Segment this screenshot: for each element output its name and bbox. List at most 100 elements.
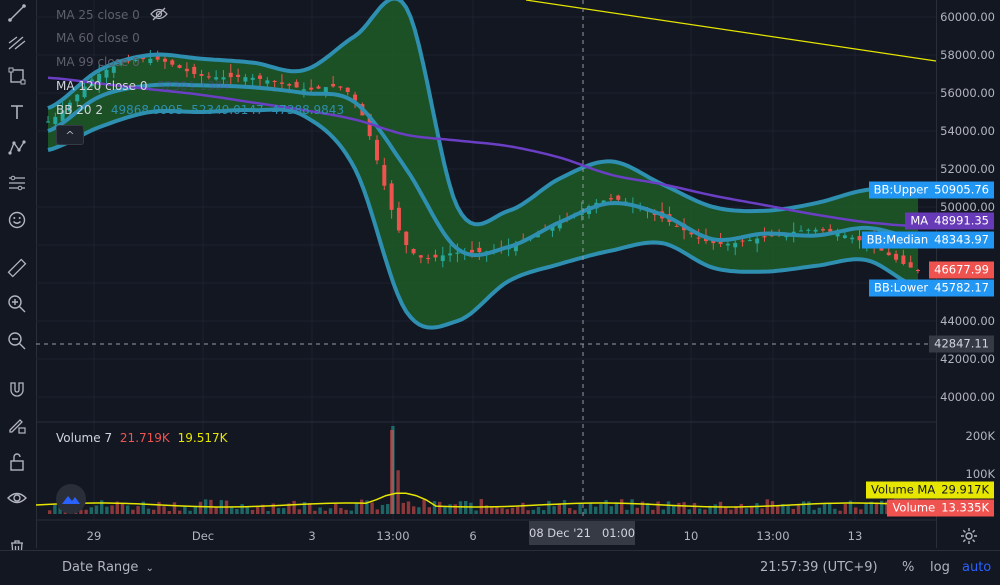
candle-body (418, 255, 423, 258)
crosshair-price-tag-value: 42847.11 (934, 336, 989, 351)
legend-bb-label: BB 20 2 (56, 103, 103, 117)
rectangle-icon[interactable] (4, 63, 30, 89)
candle-body (170, 60, 175, 65)
pattern-icon[interactable] (4, 135, 30, 161)
time-tick: 13 (847, 529, 863, 543)
crosshair-price-tag[interactable]: 42847.11 (929, 335, 994, 353)
volume-bar (183, 505, 187, 514)
candle-body (886, 252, 891, 256)
volume-bar (568, 508, 572, 514)
legend-volume[interactable]: Volume 7 21.719K 19.517K (56, 431, 227, 445)
candle-body (747, 240, 752, 242)
volume-bar (791, 508, 795, 514)
volume-bar (390, 430, 394, 514)
magnet-icon[interactable] (4, 377, 30, 403)
volume-bar (557, 503, 561, 514)
volume-bar (594, 506, 598, 514)
time-tick: 6 (469, 529, 477, 543)
legend-ma120-value: 52301.1304 (157, 79, 230, 93)
volume-bar (157, 501, 161, 514)
volume-bar (136, 505, 140, 514)
volume-bar (105, 506, 109, 514)
clock[interactable]: 21:57:39 (UTC+9) (760, 560, 878, 575)
volume-bar (256, 506, 260, 514)
candle-body (813, 229, 818, 232)
trend-line-icon[interactable] (4, 0, 30, 26)
candle-body (608, 198, 613, 200)
volume-bar (48, 510, 52, 514)
ruler-icon[interactable] (4, 255, 30, 281)
volume-bar (729, 509, 733, 514)
volume-bar (146, 508, 151, 514)
legend-ma99-label: MA 99 close 0 (56, 55, 140, 69)
candle-body (236, 74, 241, 78)
measure-icon[interactable] (4, 170, 30, 196)
volume-ma-tag[interactable]: Volume MA 29.917K (866, 481, 994, 499)
volume-bar (282, 508, 286, 514)
candle-body (206, 76, 211, 78)
candle-body (725, 243, 730, 246)
volume-bar (833, 508, 837, 514)
volume-bar (703, 509, 707, 514)
volume-bar (172, 502, 177, 514)
eye-icon[interactable] (4, 485, 30, 511)
candle-body (404, 231, 409, 245)
volume-bar (198, 501, 203, 514)
text-icon[interactable] (4, 99, 30, 125)
ma-tag-name: MA (910, 213, 929, 228)
volume-bar (417, 507, 421, 514)
gear-icon[interactable] (960, 527, 978, 545)
legend-ma60[interactable]: MA 60 close 0 (56, 31, 140, 45)
legend-ma99[interactable]: MA 99 close 0 (56, 55, 140, 69)
volume-bar (458, 501, 463, 514)
last-price-tag[interactable]: 46677.99 (929, 261, 994, 279)
volume-bar (474, 510, 478, 514)
volume-bar (152, 509, 156, 514)
zoom-out-icon[interactable] (4, 328, 30, 354)
volume-bar (370, 502, 374, 514)
volume-bar (323, 510, 327, 514)
volume-bar (235, 508, 239, 514)
volume-bar (349, 510, 353, 514)
legend-ma25[interactable]: MA 25 close 0 (56, 7, 168, 24)
volume-bar (578, 503, 582, 514)
volume-bar (718, 501, 723, 514)
time-tick: 29 (86, 529, 102, 543)
candle-body (440, 255, 445, 262)
volume-bar (396, 470, 400, 514)
pencil-lock-icon[interactable] (4, 412, 30, 438)
volume-bar (620, 499, 624, 514)
log-toggle[interactable]: log (930, 560, 950, 575)
bb-upper-tag[interactable]: BB:Upper 50905.76 (868, 181, 994, 199)
hidden-eye-icon[interactable] (149, 7, 168, 24)
emoji-icon[interactable] (4, 207, 30, 233)
volume-bar (126, 505, 130, 514)
candle-body (733, 242, 738, 248)
volume-bar (276, 508, 281, 514)
trend-line[interactable] (525, 0, 936, 62)
legend-bb[interactable]: BB 20 2 49868.9995 52349.0147 47388.9843 (56, 103, 344, 117)
bb-lower-tag[interactable]: BB:Lower 45782.17 (869, 279, 994, 297)
bb-upper-tag-name: BB:Upper (873, 182, 929, 197)
logo-icon[interactable] (56, 484, 86, 514)
date-range-button[interactable]: Date Range ⌄ (62, 560, 154, 575)
volume-bar (94, 505, 99, 514)
volume-bar (677, 502, 681, 514)
legend-ma120[interactable]: MA 120 close 0 52301.1304 (56, 79, 230, 93)
candle-body (820, 229, 825, 231)
collapse-legend-button[interactable]: ^ (56, 125, 84, 145)
fib-icon[interactable] (4, 30, 30, 56)
percent-toggle[interactable]: % (902, 560, 914, 575)
candle-body (696, 237, 701, 239)
volume-bar (552, 506, 556, 514)
lock-icon[interactable] (4, 449, 30, 475)
auto-toggle[interactable]: auto (962, 560, 991, 575)
volume-tag[interactable]: Volume 13.335K (887, 499, 994, 517)
ma-tag[interactable]: MA 48991.35 (905, 212, 994, 230)
candle-body (916, 269, 920, 271)
zoom-in-icon[interactable] (4, 291, 30, 317)
bb-median-tag[interactable]: BB:Median 48343.97 (861, 231, 994, 249)
date-range-label: Date Range (62, 560, 139, 575)
candle-body (46, 121, 50, 123)
volume-bar (53, 505, 57, 514)
